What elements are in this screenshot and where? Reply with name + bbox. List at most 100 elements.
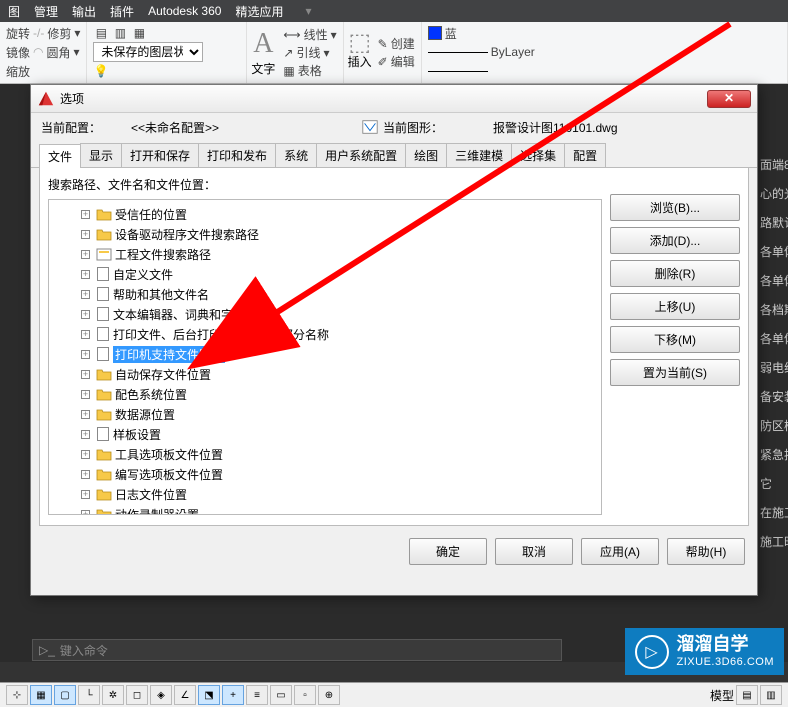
tab-display[interactable]: 显示 (80, 143, 122, 167)
status-layout2-icon[interactable]: ▥ (760, 685, 782, 705)
status-polar-icon[interactable]: ✲ (102, 685, 124, 705)
tab-profiles[interactable]: 配置 (564, 143, 606, 167)
lineweight-combo[interactable] (426, 62, 783, 80)
expand-icon[interactable]: + (53, 510, 93, 516)
tree-item[interactable]: +编写选项板文件位置 (51, 464, 599, 484)
expand-icon[interactable]: + (53, 490, 93, 499)
expand-icon[interactable]: + (53, 350, 93, 359)
layer-icon[interactable]: ▤ (93, 25, 109, 41)
file-icon (97, 427, 109, 441)
ok-button[interactable]: 确定 (409, 538, 487, 565)
tree-item[interactable]: +设备驱动程序文件搜索路径 (51, 224, 599, 244)
dialog-titlebar[interactable]: 选项 ✕ (31, 85, 757, 113)
tree-view[interactable]: +受信任的位置+设备驱动程序文件搜索路径+工程文件搜索路径+自定义文件+帮助和其… (48, 199, 602, 515)
tree-item[interactable]: +样板设置 (51, 424, 599, 444)
expand-icon[interactable]: + (53, 230, 93, 239)
add-button[interactable]: 添加(D)... (610, 227, 740, 254)
linetype-combo[interactable]: ByLayer (426, 43, 783, 61)
rotate-button[interactable]: 旋转 -/- 修剪 ▾ (4, 24, 82, 42)
close-button[interactable]: ✕ (707, 90, 751, 108)
tree-item[interactable]: +动作录制器设置 (51, 504, 599, 515)
menu-item[interactable]: 精选应用 (235, 3, 283, 20)
layer-state-combo[interactable]: 未保存的图层状态 (93, 42, 203, 62)
tab-system[interactable]: 系统 (275, 143, 317, 167)
remove-button[interactable]: 删除(R) (610, 260, 740, 287)
expand-icon[interactable]: + (53, 410, 93, 419)
setcurrent-button[interactable]: 置为当前(S) (610, 359, 740, 386)
menu-item[interactable]: 插件 (110, 3, 134, 20)
status-snap-icon[interactable]: ▦ (30, 685, 52, 705)
status-ducs-icon[interactable]: ⬔ (198, 685, 220, 705)
layer-icon3[interactable]: ▦ (131, 25, 147, 41)
tree-item[interactable]: +数据源位置 (51, 404, 599, 424)
cancel-button[interactable]: 取消 (495, 538, 573, 565)
expand-icon[interactable]: + (53, 430, 93, 439)
tree-item[interactable]: +工具选项板文件位置 (51, 444, 599, 464)
insert-icon[interactable]: ⬚ (352, 35, 368, 51)
tab-selection[interactable]: 选择集 (511, 143, 565, 167)
create-button[interactable]: ✎ 创建 (376, 35, 417, 53)
side-button-column: 浏览(B)... 添加(D)... 删除(R) 上移(U) 下移(M) 置为当前… (610, 176, 740, 517)
expand-icon[interactable]: + (53, 270, 93, 279)
menu-dropdown-icon[interactable]: ▾ (305, 4, 311, 18)
status-grid-icon[interactable]: ▢ (54, 685, 76, 705)
menu-item[interactable]: 输出 (72, 3, 96, 20)
status-3dosnap-icon[interactable]: ◈ (150, 685, 172, 705)
tab-open-save[interactable]: 打开和保存 (121, 143, 199, 167)
expand-icon[interactable]: + (53, 290, 93, 299)
leader-button[interactable]: ↗ 引线 ▾ (281, 44, 338, 62)
expand-icon[interactable]: + (53, 250, 93, 259)
tab-3d[interactable]: 三维建模 (446, 143, 512, 167)
tree-item[interactable]: +配色系统位置 (51, 384, 599, 404)
watermark-logo-icon: ▷ (635, 635, 669, 669)
status-layout-icon[interactable]: ▤ (736, 685, 758, 705)
status-dyn-icon[interactable]: + (222, 685, 244, 705)
tree-item[interactable]: +自定义文件 (51, 264, 599, 284)
command-line[interactable]: ▷_ 键入命令 (32, 639, 562, 661)
tree-item[interactable]: +打印机支持文件路径 (51, 344, 599, 364)
status-ortho-icon[interactable]: └ (78, 685, 100, 705)
tree-item[interactable]: +帮助和其他文件名 (51, 284, 599, 304)
status-tpy-icon[interactable]: ▭ (270, 685, 292, 705)
tree-item[interactable]: +文本编辑器、词典和字体文件名 (51, 304, 599, 324)
menu-item[interactable]: 图 (8, 3, 20, 20)
model-space-label[interactable]: 模型 (710, 687, 734, 704)
status-otrack-icon[interactable]: ∠ (174, 685, 196, 705)
tree-item[interactable]: +自动保存文件位置 (51, 364, 599, 384)
expand-icon[interactable]: + (53, 450, 93, 459)
tab-userpref[interactable]: 用户系统配置 (316, 143, 406, 167)
expand-icon[interactable]: + (53, 390, 93, 399)
expand-icon[interactable]: + (53, 370, 93, 379)
help-button[interactable]: 帮助(H) (667, 538, 745, 565)
layer-icon2[interactable]: ▥ (112, 25, 128, 41)
text-icon[interactable]: A (253, 28, 273, 59)
moveup-button[interactable]: 上移(U) (610, 293, 740, 320)
status-osnap-icon[interactable]: ◻ (126, 685, 148, 705)
edit-button[interactable]: ✐ 编辑 (376, 53, 417, 71)
menu-item[interactable]: 管理 (34, 3, 58, 20)
status-sc-icon[interactable]: ⊕ (318, 685, 340, 705)
color-combo[interactable]: 蓝 (426, 24, 783, 42)
expand-icon[interactable]: + (53, 330, 93, 339)
browse-button[interactable]: 浏览(B)... (610, 194, 740, 221)
linear-dim-button[interactable]: ⟷ 线性 ▾ (281, 26, 338, 44)
expand-icon[interactable]: + (53, 310, 93, 319)
movedown-button[interactable]: 下移(M) (610, 326, 740, 353)
status-infer-icon[interactable]: ⊹ (6, 685, 28, 705)
menu-item[interactable]: Autodesk 360 (148, 4, 221, 18)
tab-files[interactable]: 文件 (39, 144, 81, 168)
apply-button[interactable]: 应用(A) (581, 538, 659, 565)
status-qp-icon[interactable]: ▫ (294, 685, 316, 705)
tree-item[interactable]: +工程文件搜索路径 (51, 244, 599, 264)
status-lwt-icon[interactable]: ≡ (246, 685, 268, 705)
expand-icon[interactable]: + (53, 210, 93, 219)
scale-button[interactable]: 缩放 (4, 62, 82, 80)
tab-drafting[interactable]: 绘图 (405, 143, 447, 167)
tree-item[interactable]: +受信任的位置 (51, 204, 599, 224)
tree-item[interactable]: +日志文件位置 (51, 484, 599, 504)
expand-icon[interactable]: + (53, 470, 93, 479)
tree-item[interactable]: +打印文件、后台打印程序和前导部分名称 (51, 324, 599, 344)
tab-plot[interactable]: 打印和发布 (198, 143, 276, 167)
table-button[interactable]: ▦ 表格 (281, 62, 338, 80)
mirror-button[interactable]: 镜像 ◠ 圆角 ▾ (4, 43, 82, 61)
